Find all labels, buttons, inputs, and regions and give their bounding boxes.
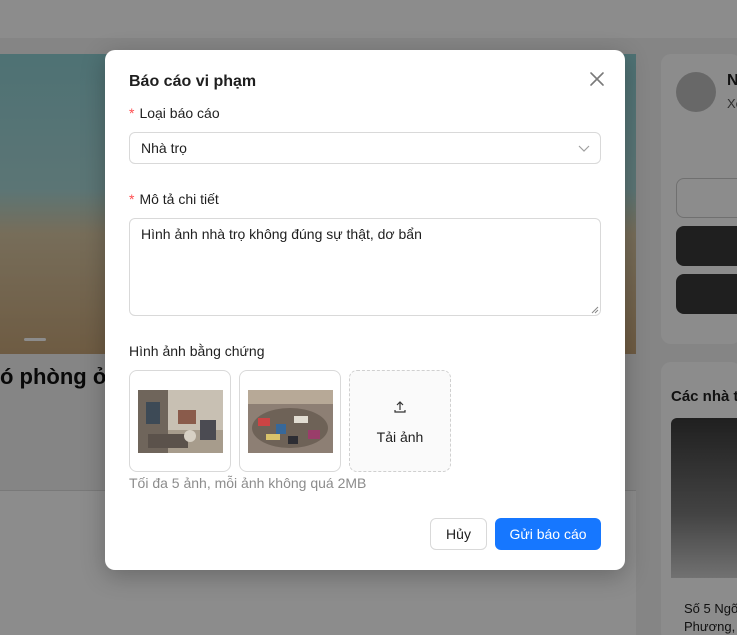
cancel-button[interactable]: Hủy [430, 518, 487, 550]
required-mark: * [129, 105, 135, 121]
description-label: * Mô tả chi tiết [129, 191, 219, 207]
close-icon[interactable] [586, 68, 608, 90]
upload-label: Tải ảnh [376, 429, 424, 445]
report-type-label-text: Loại báo cáo [139, 105, 220, 121]
submit-report-button[interactable]: Gửi báo cáo [495, 518, 601, 550]
description-textarea[interactable]: Hình ảnh nhà trọ không đúng sự thật, dơ … [129, 218, 601, 316]
chevron-down-icon [578, 145, 590, 152]
required-mark: * [129, 191, 135, 207]
report-type-select[interactable]: Nhà trọ [129, 132, 601, 164]
description-label-text: Mô tả chi tiết [139, 191, 219, 207]
evidence-thumbnail[interactable] [239, 370, 341, 472]
report-modal: Báo cáo vi phạm * Loại báo cáo Nhà trọ * M… [105, 50, 625, 570]
upload-icon [394, 401, 406, 413]
evidence-image [248, 390, 333, 453]
evidence-label: Hình ảnh bằng chứng [129, 343, 265, 359]
evidence-image [138, 390, 223, 453]
report-type-value: Nhà trọ [141, 140, 187, 156]
upload-image-button[interactable]: Tải ảnh [349, 370, 451, 472]
resize-handle-icon[interactable] [590, 305, 599, 314]
upload-hint: Tối đa 5 ảnh, mỗi ảnh không quá 2MB [129, 475, 367, 491]
evidence-thumbnail[interactable] [129, 370, 231, 472]
report-type-label: * Loại báo cáo [129, 105, 220, 121]
modal-title: Báo cáo vi phạm [129, 73, 257, 90]
